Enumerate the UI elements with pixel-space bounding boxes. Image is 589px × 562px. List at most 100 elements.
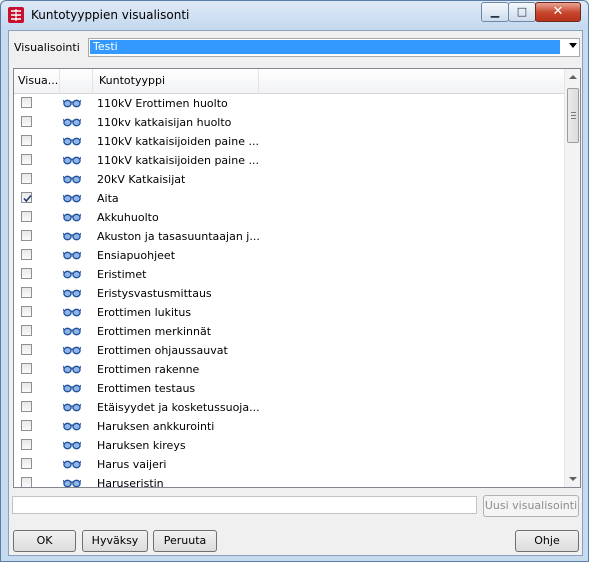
glasses-icon[interactable]	[62, 459, 82, 472]
visualization-select[interactable]: Testi	[88, 38, 580, 57]
table-row[interactable]: Ensiapuohjeet	[14, 246, 564, 265]
grip-line	[571, 118, 576, 119]
visible-checkbox[interactable]	[21, 173, 32, 184]
accept-button[interactable]: Hyväksy	[82, 530, 148, 552]
table-row[interactable]: Akuston ja tasasuuntaajan j...	[14, 227, 564, 246]
condition-type-label: Erottimen rakenne	[97, 363, 200, 376]
condition-type-label: Erottimen merkinnät	[97, 325, 212, 338]
column-header-icon[interactable]	[60, 69, 93, 93]
help-button[interactable]: Ohje	[515, 530, 579, 552]
glasses-icon[interactable]	[62, 326, 82, 339]
table-row[interactable]: Haruksen kireys	[14, 436, 564, 455]
table-row[interactable]: Eristimet	[14, 265, 564, 284]
grip-line	[571, 112, 576, 113]
visible-checkbox[interactable]	[21, 363, 32, 374]
glasses-icon[interactable]	[62, 478, 82, 487]
glasses-icon[interactable]	[62, 136, 82, 149]
minimize-icon: ▁	[490, 5, 500, 18]
table-row[interactable]: Erottimen testaus	[14, 379, 564, 398]
visible-checkbox[interactable]	[21, 287, 32, 298]
visible-checkbox[interactable]	[21, 382, 32, 393]
glasses-icon[interactable]	[62, 288, 82, 301]
table-row[interactable]: Erottimen lukitus	[14, 303, 564, 322]
column-header-type[interactable]: Kuntotyyppi	[93, 69, 259, 93]
condition-type-label: Ensiapuohjeet	[97, 249, 176, 262]
visible-checkbox[interactable]	[21, 192, 32, 203]
condition-type-label: Haruksen ankkurointi	[97, 420, 215, 433]
glasses-icon[interactable]	[62, 364, 82, 377]
glasses-icon[interactable]	[62, 231, 82, 244]
visible-checkbox[interactable]	[21, 154, 32, 165]
glasses-icon[interactable]	[62, 269, 82, 282]
visible-checkbox[interactable]	[21, 211, 32, 222]
minimize-button[interactable]: ▁	[481, 2, 509, 22]
condition-type-label: Erottimen testaus	[97, 382, 196, 395]
table-row[interactable]: Erottimen rakenne	[14, 360, 564, 379]
scroll-thumb[interactable]	[567, 88, 579, 143]
visible-checkbox[interactable]	[21, 249, 32, 260]
vertical-scrollbar[interactable]	[564, 69, 580, 487]
visible-checkbox[interactable]	[21, 458, 32, 469]
arrow-up-icon	[569, 75, 577, 79]
maximize-button[interactable]: □	[508, 2, 536, 22]
glasses-icon[interactable]	[62, 440, 82, 453]
visible-checkbox[interactable]	[21, 344, 32, 355]
glasses-icon[interactable]	[62, 402, 82, 415]
visible-checkbox[interactable]	[21, 268, 32, 279]
visible-checkbox[interactable]	[21, 439, 32, 450]
visible-checkbox[interactable]	[21, 477, 32, 487]
chevron-down-icon[interactable]	[569, 43, 577, 48]
new-visualization-button[interactable]: Uusi visualisointi	[483, 495, 579, 517]
table-row[interactable]: Erottimen merkinnät	[14, 322, 564, 341]
glasses-icon[interactable]	[62, 212, 82, 225]
condition-type-label: 110kV katkaisijoiden paine ...	[97, 154, 259, 167]
table-row[interactable]: Etäisyydet ja kosketussuoja...	[14, 398, 564, 417]
close-button[interactable]: ✕	[535, 2, 581, 22]
glasses-icon[interactable]	[62, 155, 82, 168]
glasses-icon[interactable]	[62, 421, 82, 434]
table-row[interactable]: 110kV Erottimen huolto	[14, 94, 564, 113]
table-row[interactable]: Haruksen ankkurointi	[14, 417, 564, 436]
table-rows: 110kV Erottimen huolto 110kv katkaisijan …	[14, 94, 564, 487]
glasses-icon[interactable]	[62, 117, 82, 130]
visible-checkbox[interactable]	[21, 306, 32, 317]
scroll-down-button[interactable]	[566, 471, 580, 487]
table-row[interactable]: Harus vaijeri	[14, 455, 564, 474]
new-visualization-name-input[interactable]	[12, 496, 477, 514]
glasses-icon[interactable]	[62, 383, 82, 396]
condition-type-label: Akkuhuolto	[97, 211, 159, 224]
title-bar[interactable]: Kuntotyyppien visualisonti ▁ □ ✕	[1, 1, 588, 29]
glasses-icon[interactable]	[62, 250, 82, 263]
glasses-icon[interactable]	[62, 307, 82, 320]
table-row[interactable]: 110kV katkaisijoiden paine ...	[14, 132, 564, 151]
visualization-label: Visualisointi	[14, 41, 80, 54]
visible-checkbox[interactable]	[21, 116, 32, 127]
visible-checkbox[interactable]	[21, 97, 32, 108]
table-header: Visua... Kuntotyyppi	[14, 69, 564, 94]
table-row[interactable]: 110kV katkaisijoiden paine ...	[14, 151, 564, 170]
table-row[interactable]: Erottimen ohjaussauvat	[14, 341, 564, 360]
table-row[interactable]: 110kv katkaisijan huolto	[14, 113, 564, 132]
ok-button[interactable]: OK	[13, 530, 76, 552]
glasses-icon[interactable]	[62, 193, 82, 206]
column-header-visible[interactable]: Visua...	[14, 69, 60, 93]
table-row[interactable]: Aita	[14, 189, 564, 208]
visible-checkbox[interactable]	[21, 401, 32, 412]
close-icon: ✕	[552, 4, 564, 19]
visible-checkbox[interactable]	[21, 325, 32, 336]
table-row[interactable]: 20kV Katkaisijat	[14, 170, 564, 189]
visible-checkbox[interactable]	[21, 420, 32, 431]
cancel-button[interactable]: Peruuta	[153, 530, 217, 552]
visible-checkbox[interactable]	[21, 135, 32, 146]
glasses-icon[interactable]	[62, 174, 82, 187]
table-row[interactable]: Haruseristin	[14, 474, 564, 487]
table-row[interactable]: Eristysvastusmittaus	[14, 284, 564, 303]
table-row[interactable]: Akkuhuolto	[14, 208, 564, 227]
visible-checkbox[interactable]	[21, 230, 32, 241]
scroll-up-button[interactable]	[566, 69, 580, 85]
glasses-icon[interactable]	[62, 345, 82, 358]
visualization-selected-value: Testi	[90, 40, 560, 54]
condition-type-label: Erottimen lukitus	[97, 306, 192, 319]
dialog-window: Kuntotyyppien visualisonti ▁ □ ✕ Visuali…	[0, 0, 589, 562]
glasses-icon[interactable]	[62, 98, 82, 111]
